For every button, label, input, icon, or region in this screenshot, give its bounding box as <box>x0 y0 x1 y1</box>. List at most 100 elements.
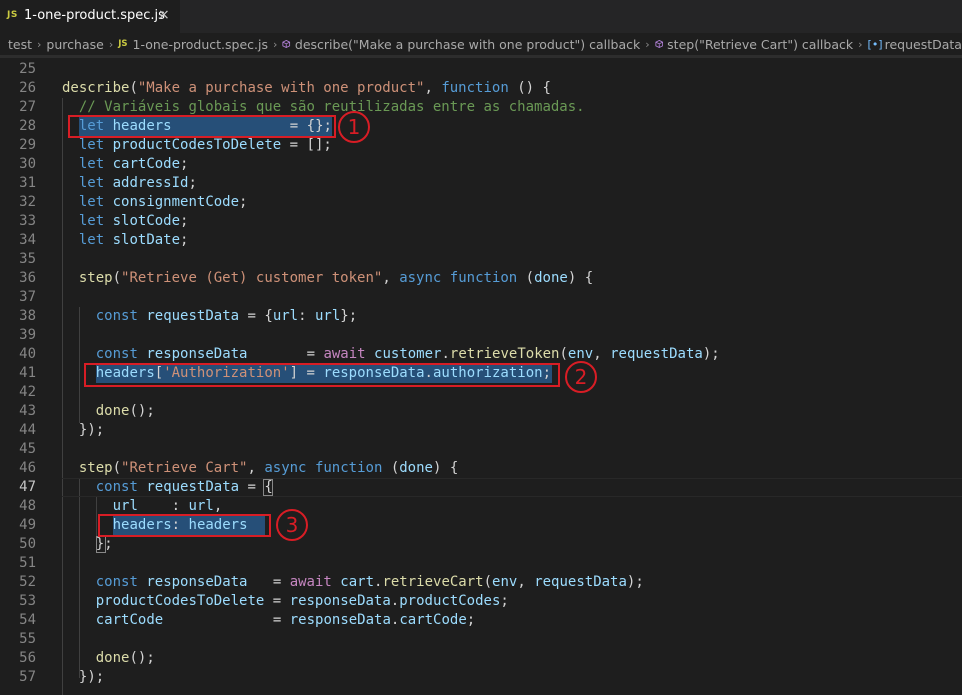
line-number: 55 <box>19 631 36 647</box>
code-text: const requestData = { <box>95 479 273 495</box>
breadcrumb: test › purchase › JS 1-one-product.spec.… <box>0 33 962 55</box>
line-number: 28 <box>19 118 36 134</box>
code-line[interactable]: 38 const requestData = {url: url}; <box>0 307 962 326</box>
annotation-box-1 <box>68 115 336 138</box>
code-text: const responseData = await cart.retrieve… <box>95 574 644 590</box>
code-line[interactable]: 47 const requestData = { <box>0 478 962 497</box>
code-text: let consignmentCode; <box>78 194 248 210</box>
line-number: 56 <box>19 650 36 666</box>
code-text: cartCode = responseData.cartCode; <box>95 612 476 628</box>
method-cube-icon <box>655 39 663 49</box>
code-line[interactable]: 39 <box>0 326 962 345</box>
code-line[interactable]: 33 let slotCode; <box>0 212 962 231</box>
code-text: let productCodesToDelete = []; <box>78 137 332 153</box>
code-text: }; <box>95 536 113 552</box>
line-number: 47 <box>19 479 36 495</box>
line-number: 57 <box>19 669 36 685</box>
javascript-file-icon: JS <box>7 10 18 20</box>
code-text: }); <box>78 422 105 438</box>
line-number: 52 <box>19 574 36 590</box>
line-number: 40 <box>19 346 36 362</box>
line-number: 42 <box>19 384 36 400</box>
annotation-box-2 <box>84 363 560 387</box>
code-line[interactable]: 36 step("Retrieve (Get) customer token",… <box>0 269 962 288</box>
breadcrumb-item-file[interactable]: 1-one-product.spec.js <box>133 37 269 52</box>
line-number: 45 <box>19 441 36 457</box>
line-number: 41 <box>19 365 36 381</box>
line-number: 35 <box>19 251 36 267</box>
code-line[interactable]: 53 productCodesToDelete = responseData.p… <box>0 592 962 611</box>
line-number: 43 <box>19 403 36 419</box>
chevron-right-icon: › <box>645 37 650 51</box>
breadcrumb-item-test[interactable]: test <box>8 37 32 52</box>
code-line[interactable]: 31 let addressId; <box>0 174 962 193</box>
code-line[interactable]: 30 let cartCode; <box>0 155 962 174</box>
line-number: 33 <box>19 213 36 229</box>
code-text: }); <box>78 669 105 685</box>
code-editor[interactable]: 25 26 describe("Make a purchase with one p… <box>0 58 962 695</box>
code-text: let cartCode; <box>78 156 189 172</box>
line-number: 39 <box>19 327 36 343</box>
code-line[interactable]: 51 <box>0 554 962 573</box>
code-line[interactable]: 57 }); <box>0 668 962 687</box>
code-line[interactable]: 52 const responseData = await cart.retri… <box>0 573 962 592</box>
tab-1-one-product-spec[interactable]: JS 1-one-product.spec.js × <box>0 0 180 33</box>
code-line[interactable]: 46 step("Retrieve Cart", async function … <box>0 459 962 478</box>
code-line[interactable]: 50 }; <box>0 535 962 554</box>
close-icon[interactable]: × <box>158 7 170 23</box>
code-line[interactable]: 43 done(); <box>0 402 962 421</box>
code-text: let addressId; <box>78 175 197 191</box>
breadcrumb-item-describe[interactable]: describe("Make a purchase with one produ… <box>295 37 640 52</box>
editor-tab-bar: JS 1-one-product.spec.js × <box>0 0 962 33</box>
line-number: 48 <box>19 498 36 514</box>
method-cube-icon <box>282 39 291 49</box>
chevron-right-icon: › <box>37 37 42 51</box>
code-text: step("Retrieve (Get) customer token", as… <box>78 270 594 286</box>
code-text: let slotDate; <box>78 232 189 248</box>
code-line[interactable]: 32 let consignmentCode; <box>0 193 962 212</box>
breadcrumb-item-purchase[interactable]: purchase <box>46 37 103 52</box>
code-line[interactable]: 34 let slotDate; <box>0 231 962 250</box>
tab-title: 1-one-product.spec.js <box>24 8 165 23</box>
line-number: 50 <box>19 536 36 552</box>
line-number: 37 <box>19 289 36 305</box>
code-text: done(); <box>95 403 155 419</box>
code-text: const responseData = await customer.retr… <box>95 346 720 362</box>
line-number: 30 <box>19 156 36 172</box>
code-line[interactable]: 54 cartCode = responseData.cartCode; <box>0 611 962 630</box>
annotation-marker-3: 3 <box>276 509 308 541</box>
line-number: 32 <box>19 194 36 210</box>
line-number: 31 <box>19 175 36 191</box>
code-line[interactable]: 29 let productCodesToDelete = []; <box>0 136 962 155</box>
code-line[interactable]: 35 <box>0 250 962 269</box>
annotation-box-3 <box>98 514 271 537</box>
line-number: 25 <box>19 61 36 77</box>
breadcrumb-item-step[interactable]: step("Retrieve Cart") callback <box>667 37 853 52</box>
code-text: step("Retrieve Cart", async function (do… <box>78 460 459 476</box>
code-line[interactable]: 25 <box>0 60 962 79</box>
code-line[interactable]: 45 <box>0 440 962 459</box>
line-number: 36 <box>19 270 36 286</box>
code-text: const requestData = {url: url}; <box>95 308 358 324</box>
code-line[interactable]: 55 <box>0 630 962 649</box>
code-line[interactable]: 40 const responseData = await customer.r… <box>0 345 962 364</box>
annotation-marker-1: 1 <box>338 111 370 143</box>
code-line[interactable]: 37 <box>0 288 962 307</box>
code-line[interactable]: 56 done(); <box>0 649 962 668</box>
code-text: done(); <box>95 650 155 666</box>
code-text: productCodesToDelete = responseData.prod… <box>95 593 509 609</box>
code-line[interactable]: 44 }); <box>0 421 962 440</box>
code-text: describe("Make a purchase with one produ… <box>62 80 551 96</box>
chevron-right-icon: › <box>273 37 278 51</box>
breadcrumb-item-requestdata[interactable]: requestData <box>885 37 962 52</box>
line-number: 49 <box>19 517 36 533</box>
line-number: 29 <box>19 137 36 153</box>
line-number: 38 <box>19 308 36 324</box>
line-number: 54 <box>19 612 36 628</box>
code-line[interactable]: 26 describe("Make a purchase with one pro… <box>0 79 962 98</box>
javascript-file-icon: JS <box>118 39 128 49</box>
chevron-right-icon: › <box>108 37 114 51</box>
line-number: 53 <box>19 593 36 609</box>
line-number: 46 <box>19 460 36 476</box>
line-number: 27 <box>19 99 36 115</box>
